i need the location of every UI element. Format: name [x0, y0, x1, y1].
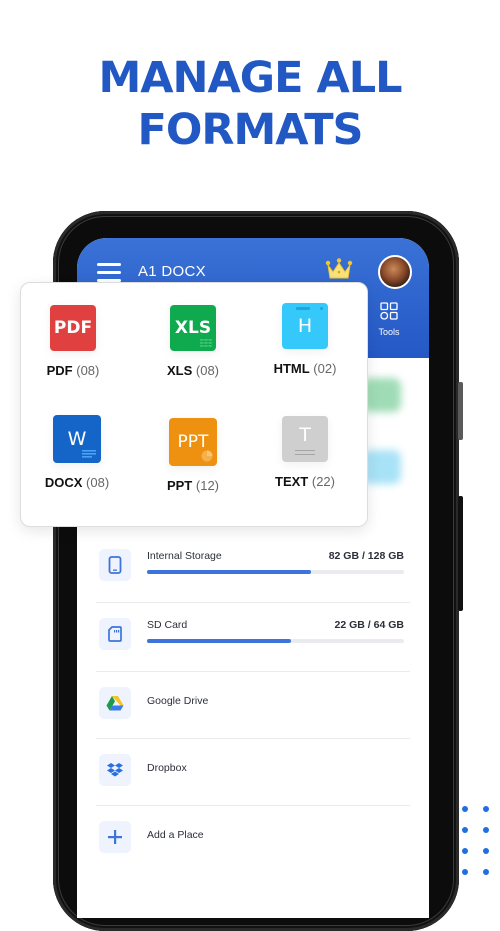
tools-button[interactable]: Tools: [373, 302, 405, 337]
add-place-button[interactable]: Add a Place: [96, 806, 410, 872]
format-count: (08): [86, 475, 110, 490]
volume-button: [458, 382, 463, 440]
storage-progress-bar: [147, 639, 404, 643]
hamburger-menu-icon[interactable]: [97, 263, 121, 282]
headline: MANAGE ALL FORMATS: [0, 52, 500, 156]
format-count: (22): [311, 474, 335, 489]
storage-list: Internal Storage 82 GB / 128 GB SD Card …: [96, 534, 410, 872]
headline-line-1: MANAGE ALL: [98, 53, 402, 103]
power-button: [458, 496, 463, 611]
storage-item-sd-card[interactable]: SD Card 22 GB / 64 GB: [96, 603, 410, 672]
formats-card: PDF PDF (08) XLS XLS (08) H HTML (02) W …: [20, 282, 368, 527]
format-xls[interactable]: XLS XLS (08): [138, 305, 248, 378]
crown-icon[interactable]: [325, 258, 353, 280]
docx-file-icon: W: [53, 415, 101, 463]
format-count: (12): [195, 478, 220, 493]
format-pdf[interactable]: PDF PDF (08): [18, 305, 128, 378]
place-name: Dropbox: [147, 762, 187, 774]
format-text[interactable]: T TEXT (22): [250, 416, 360, 489]
format-docx[interactable]: W DOCX (08): [22, 415, 132, 490]
app-title: A1 DOCX: [138, 263, 206, 280]
sd-card-icon: [99, 618, 131, 650]
storage-item-internal[interactable]: Internal Storage 82 GB / 128 GB: [96, 534, 410, 603]
place-name: Add a Place: [147, 829, 204, 841]
ppt-file-icon: PPT: [169, 418, 217, 466]
dropbox-icon: [99, 754, 131, 786]
storage-size: 82 GB / 128 GB: [328, 550, 404, 562]
headline-line-2: FORMATS: [137, 105, 363, 155]
phone-icon: [99, 549, 131, 581]
text-file-icon: T: [282, 416, 328, 462]
place-name: Google Drive: [147, 695, 209, 707]
format-name: HTML: [273, 361, 310, 376]
pdf-file-icon: PDF: [50, 305, 96, 351]
user-avatar[interactable]: [378, 255, 412, 289]
storage-name: SD Card: [147, 619, 188, 631]
place-item-google-drive[interactable]: Google Drive: [96, 672, 410, 739]
format-name: PPT: [166, 478, 193, 493]
tools-label: Tools: [378, 327, 400, 337]
grid-tools-icon: [380, 302, 398, 320]
format-name: TEXT: [275, 474, 309, 489]
format-html[interactable]: H HTML (02): [250, 303, 360, 376]
blurred-tile: [363, 378, 401, 412]
format-ppt[interactable]: PPT PPT (12): [138, 418, 248, 493]
storage-size: 22 GB / 64 GB: [334, 619, 404, 631]
format-name: PDF: [46, 363, 73, 378]
place-item-dropbox[interactable]: Dropbox: [96, 739, 410, 806]
format-name: XLS: [166, 363, 193, 378]
plus-icon: [99, 821, 131, 853]
format-count: (08): [195, 363, 220, 378]
format-count: (08): [76, 363, 100, 378]
google-drive-icon: [99, 687, 131, 719]
format-name: DOCX: [44, 475, 83, 490]
xls-file-icon: XLS: [170, 305, 216, 351]
html-file-icon: H: [282, 303, 328, 349]
storage-name: Internal Storage: [147, 550, 222, 562]
storage-progress-bar: [147, 570, 404, 574]
blurred-tile: [363, 450, 401, 484]
format-count: (02): [313, 361, 337, 376]
